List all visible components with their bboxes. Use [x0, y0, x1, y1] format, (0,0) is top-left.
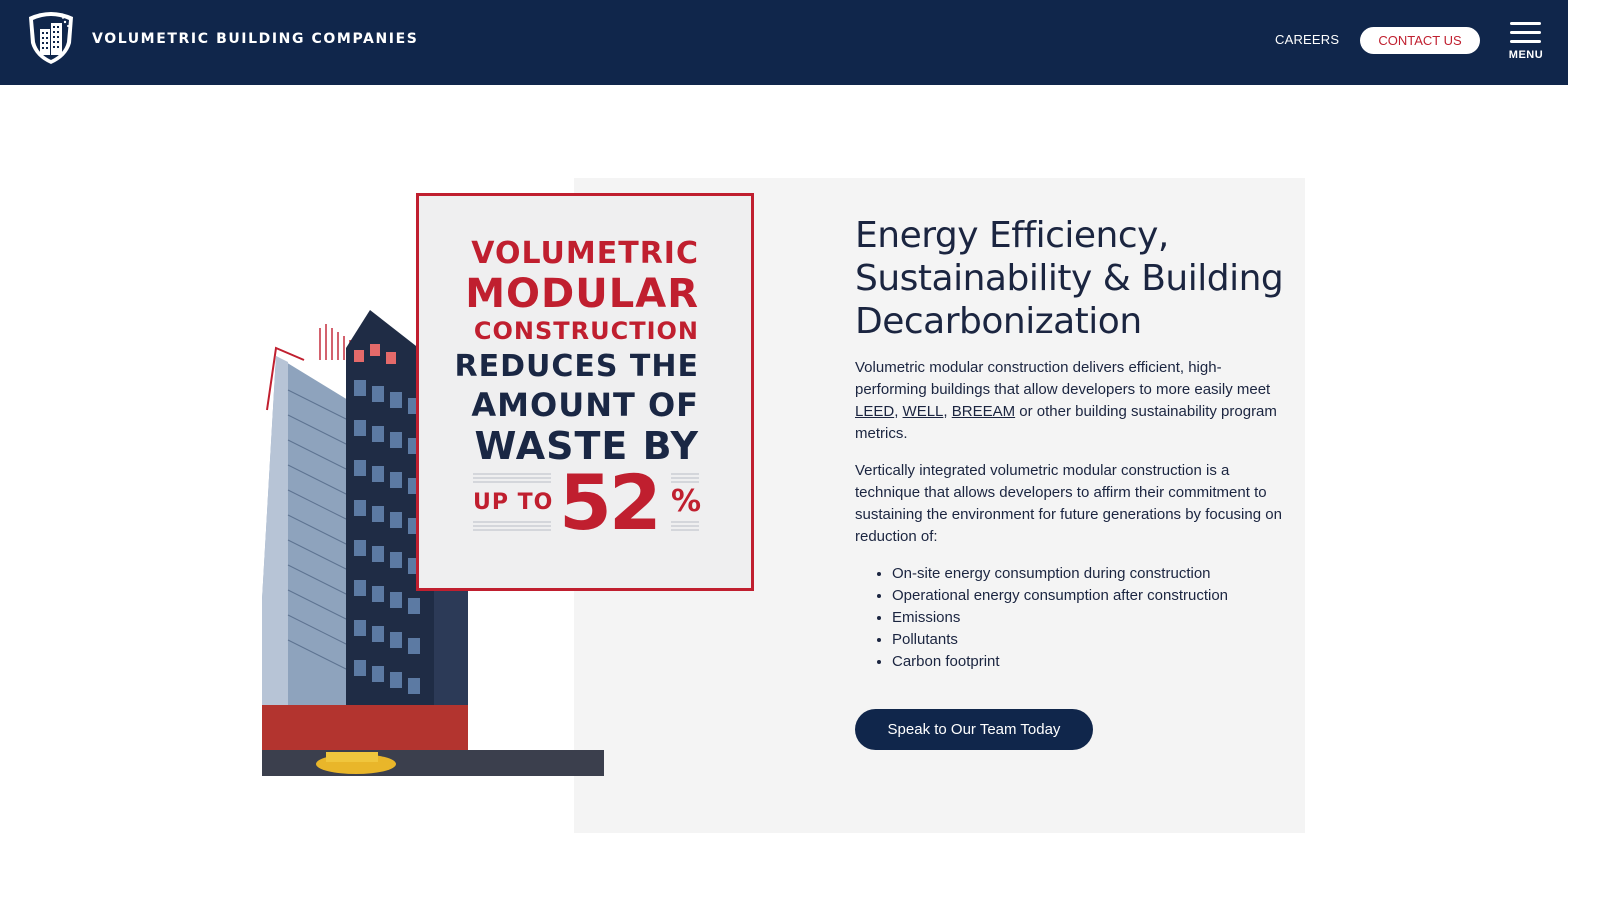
speak-to-team-button[interactable]: Speak to Our Team Today — [855, 709, 1093, 750]
stat-line-modular: MODULAR — [465, 271, 699, 317]
stat-line-reduces: REDUCES THE — [454, 349, 699, 384]
waste-stat-card: VOLUMETRIC MODULAR CONSTRUCTION REDUCES … — [416, 193, 754, 591]
stat-line-amount: AMOUNT OF — [471, 386, 699, 424]
list-item: Pollutants — [892, 629, 1228, 651]
well-link[interactable]: WELL — [903, 403, 944, 420]
heading-line-3: Decarbonization — [855, 301, 1142, 342]
list-item: Operational energy consumption after con… — [892, 585, 1228, 607]
breeam-link[interactable]: BREEAM — [952, 403, 1015, 420]
list-item: Carbon footprint — [892, 651, 1228, 673]
site-header: VOLUMETRIC BUILDING COMPANIES CAREERS CO… — [0, 0, 1568, 85]
stat-percent-sign: % — [671, 484, 702, 519]
reduction-list: On-site energy consumption during constr… — [872, 563, 1228, 673]
list-item: Emissions — [892, 607, 1228, 629]
intro-text: Volumetric modular construction delivers… — [855, 359, 1271, 398]
stat-number: 52 — [559, 458, 662, 547]
careers-link[interactable]: CAREERS — [1275, 32, 1339, 47]
page-scrollbar[interactable] — [1568, 0, 1600, 900]
section-heading: Energy Efficiency, Sustainability & Buil… — [855, 214, 1295, 343]
list-item: On-site energy consumption during constr… — [892, 563, 1228, 585]
stat-line-volumetric: VOLUMETRIC — [471, 236, 699, 271]
brand-name[interactable]: VOLUMETRIC BUILDING COMPANIES — [92, 31, 418, 47]
heading-line-1: Energy Efficiency, — [855, 215, 1169, 256]
heading-line-2: Sustainability & Building — [855, 258, 1284, 299]
technique-paragraph: Vertically integrated volumetric modular… — [855, 462, 1282, 545]
stat-line-construction: CONSTRUCTION — [473, 317, 699, 345]
stat-up-to: UP TO — [473, 490, 554, 515]
menu-button[interactable]: MENU — [1505, 20, 1547, 64]
menu-label: MENU — [1508, 49, 1544, 61]
leed-link[interactable]: LEED — [855, 403, 894, 420]
stat-percentage-row: UP TO 52 % — [473, 458, 702, 547]
contact-us-button[interactable]: CONTACT US — [1360, 27, 1480, 54]
shield-building-logo-icon[interactable] — [23, 9, 79, 65]
intro-paragraph: Volumetric modular construction delivers… — [855, 359, 1277, 442]
